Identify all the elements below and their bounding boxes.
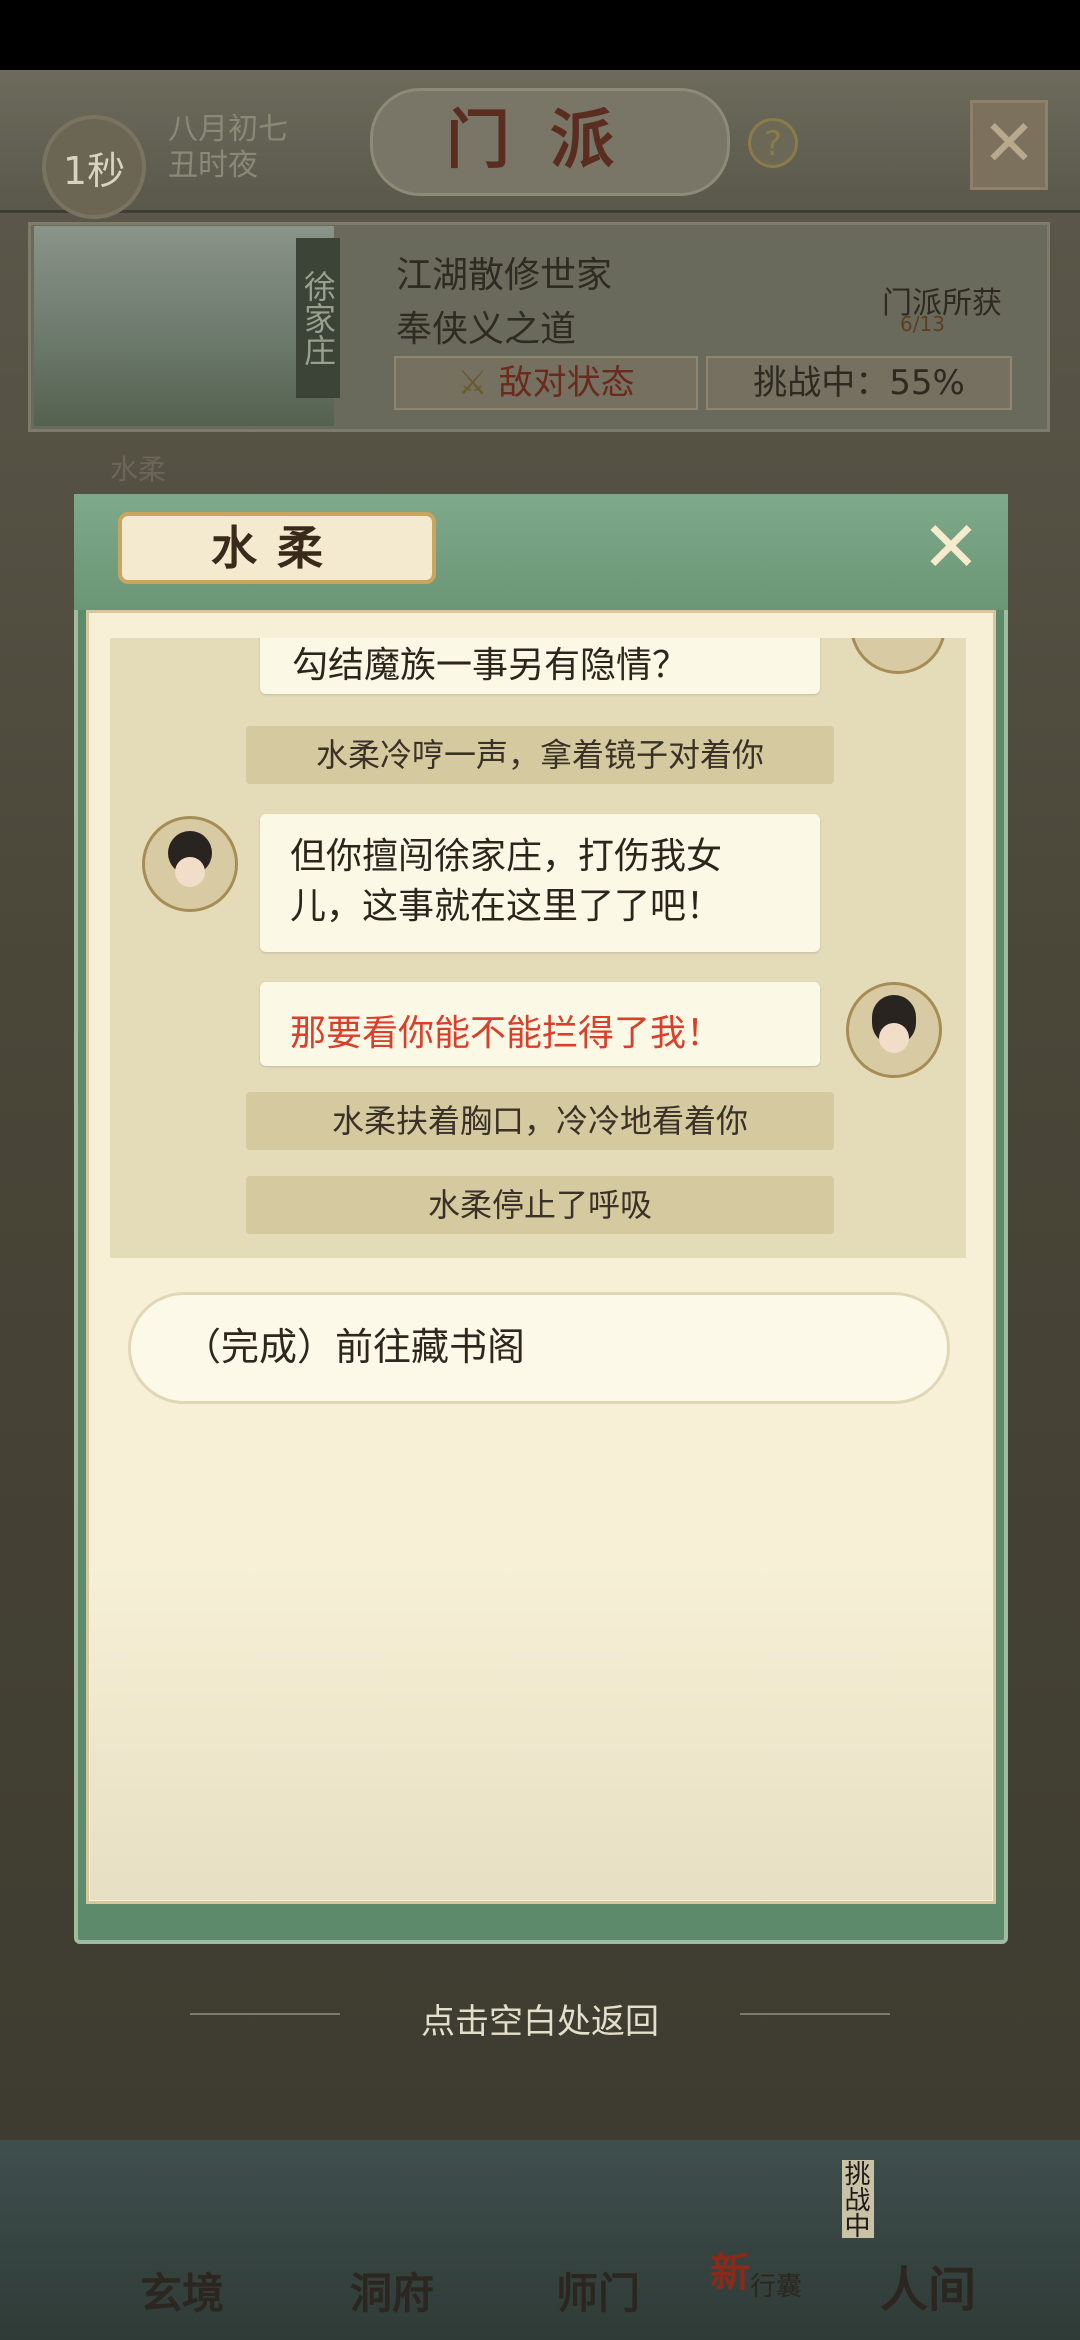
hostile-status-button[interactable]: ⚔ 敌对状态 bbox=[394, 356, 698, 410]
page-title: 门派 bbox=[370, 88, 730, 196]
chat-bubble: 但你擅闯徐家庄，打伤我女儿，这事就在这里了了吧！ bbox=[260, 814, 820, 952]
narration-line: 水柔冷哼一声，拿着镜子对着你 bbox=[246, 726, 834, 784]
chat-bubble-highlight: 那要看你能不能拦得了我！ bbox=[260, 982, 820, 1066]
player-avatar bbox=[850, 638, 946, 674]
npc-avatar bbox=[142, 816, 238, 912]
date-line2: 丑时夜 bbox=[168, 148, 258, 183]
challenge-progress: 挑战中：55% bbox=[706, 356, 1012, 410]
dialog-close-icon[interactable]: ✕ bbox=[918, 512, 984, 582]
narration-line: 水柔停止了呼吸 bbox=[246, 1176, 834, 1234]
challenge-tag: 挑战中 bbox=[840, 2160, 874, 2238]
chat-text-highlight: 那要看你能不能拦得了我！ bbox=[290, 1013, 723, 1054]
behind-label: 水柔 bbox=[110, 453, 167, 486]
dialog-title: 水柔 bbox=[118, 512, 436, 584]
narration-line: 水柔扶着胸口，冷冷地看着你 bbox=[246, 1092, 834, 1150]
timer-badge: 1秒 bbox=[42, 115, 146, 219]
nav-shimen[interactable]: 师门 bbox=[556, 2260, 640, 2321]
close-icon[interactable]: ✕ bbox=[970, 100, 1048, 190]
mist-decoration bbox=[90, 1560, 992, 1900]
chat-log[interactable]: 勾结魔族一事另有隐情？ 水柔冷哼一声，拿着镜子对着你 但你擅闯徐家庄，打伤我女儿… bbox=[110, 638, 966, 1258]
nav-renjian[interactable]: 人间 bbox=[880, 2250, 976, 2320]
new-badge: 新 bbox=[710, 2250, 750, 2296]
sect-line1: 江湖散修世家 bbox=[396, 255, 613, 296]
sect-line2: 奉侠义之道 bbox=[396, 309, 577, 350]
sect-image bbox=[34, 226, 334, 426]
player-avatar bbox=[846, 982, 942, 1078]
quest-option-button[interactable]: （完成）前往藏书阁 bbox=[128, 1292, 950, 1404]
sect-name-tag: 徐家庄 bbox=[296, 238, 340, 398]
hostile-status-label: 敌对状态 bbox=[498, 363, 635, 403]
crossed-swords-icon: ⚔ bbox=[457, 363, 488, 403]
chat-bubble: 勾结魔族一事另有隐情？ bbox=[260, 638, 820, 694]
help-icon[interactable]: ? bbox=[748, 118, 798, 168]
return-hint[interactable]: 点击空白处返回 bbox=[0, 1994, 1080, 2043]
chat-text: 但你擅闯徐家庄，打伤我女儿，这事就在这里了了吧！ bbox=[290, 836, 723, 927]
nav-xingnang[interactable]: 行囊 bbox=[750, 2266, 802, 2303]
rewards-count: 6/13 bbox=[900, 312, 945, 336]
chat-text: 勾结魔族一事另有隐情？ bbox=[292, 645, 689, 686]
nav-xuanjing[interactable]: 玄境 bbox=[140, 2260, 224, 2321]
nav-dongfu[interactable]: 洞府 bbox=[350, 2260, 434, 2321]
